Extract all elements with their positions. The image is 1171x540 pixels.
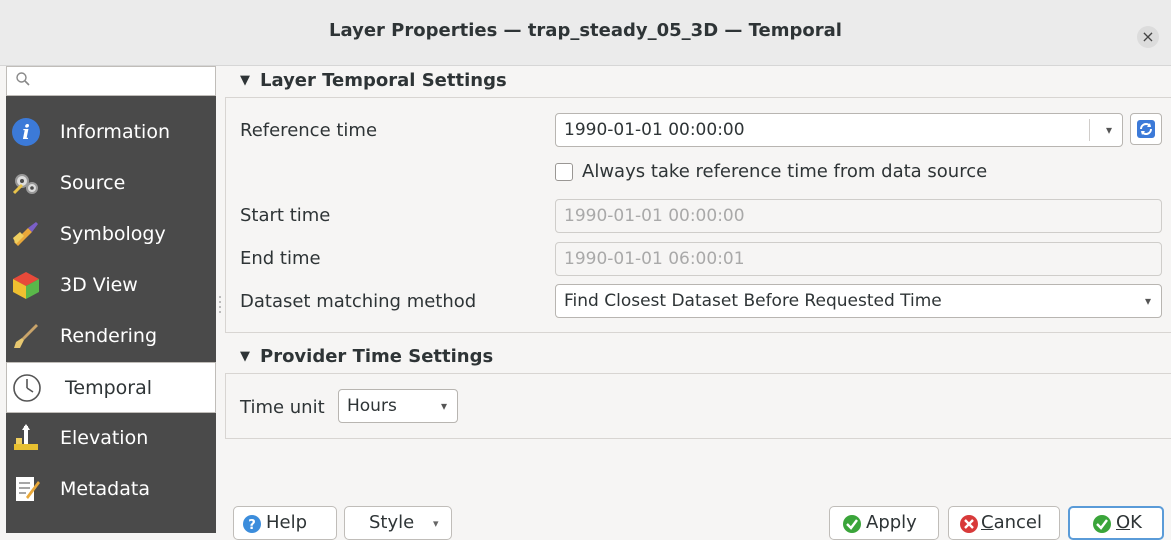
always-reference-label: Always take reference time from data sou… [582,161,988,182]
svg-text:?: ? [248,518,256,533]
chevron-down-icon: ▾ [433,517,439,530]
dataset-matching-combo[interactable]: Find Closest Dataset Before Requested Ti… [555,284,1162,318]
always-reference-checkbox[interactable] [555,163,573,181]
close-icon: × [1141,27,1155,46]
sidebar-item-label: Symbology [60,223,166,245]
chevron-down-icon: ▾ [1105,123,1112,137]
elevation-icon [14,424,38,450]
close-button[interactable]: × [1137,26,1159,48]
svg-text:i: i [22,120,30,144]
style-button[interactable]: Style ▾ [344,506,452,540]
reference-time-combo[interactable]: 1990-01-01 00:00:00 ▾ [555,113,1123,147]
window-title: Layer Properties — trap_steady_05_3D — T… [329,20,842,41]
chevron-down-icon: ▾ [440,399,447,413]
collapse-triangle-icon: ▼ [240,73,250,88]
help-icon: ? [243,515,261,533]
metadata-icon [16,477,40,501]
symbology-icon [13,222,38,246]
sidebar-item-3d-view[interactable]: 3D View [6,260,216,311]
sidebar-item-temporal[interactable]: Temporal [6,362,216,413]
help-button[interactable]: ? Help [233,506,337,540]
end-time-field: 1990-01-01 06:00:01 [555,242,1162,276]
start-time-field: 1990-01-01 00:00:00 [555,199,1162,233]
start-time-label: Start time [240,205,331,226]
search-icon [16,72,30,86]
sidebar-item-label: Information [60,121,170,143]
search-input[interactable] [6,66,216,96]
chevron-down-icon: ▾ [1144,294,1151,308]
reload-button[interactable] [1130,113,1162,145]
title-bar: Layer Properties — trap_steady_05_3D — T… [0,0,1171,66]
time-unit-label: Time unit [240,397,325,418]
sidebar-item-label: Source [60,172,126,194]
cancel-icon [960,515,978,533]
dataset-matching-label: Dataset matching method [240,291,477,312]
sidebar-item-elevation[interactable]: Elevation [6,413,216,464]
splitter-handle[interactable] [218,96,222,533]
end-time-label: End time [240,248,321,269]
rendering-icon [14,324,38,348]
sidebar-item-rendering[interactable]: Rendering [6,311,216,362]
sidebar-item-source[interactable]: Source [6,158,216,209]
reference-time-label: Reference time [240,120,378,141]
layer-properties-dialog: Layer Properties — trap_steady_05_3D — T… [0,0,1171,540]
sidebar-item-information[interactable]: i Information [6,107,216,158]
sidebar-item-label: Rendering [60,325,158,347]
sidebar-item-label: 3D View [60,274,138,296]
3d-view-icon [13,272,39,299]
sidebar-item-metadata[interactable]: Metadata [6,464,216,515]
sidebar-item-label: Elevation [60,427,149,449]
provider-time-header[interactable]: ▼ Provider Time Settings [240,346,493,370]
collapse-triangle-icon: ▼ [240,349,250,364]
sidebar-item-symbology[interactable]: Symbology [6,209,216,260]
information-icon: i [12,118,40,146]
ok-button[interactable]: OK [1068,506,1164,540]
layer-temporal-header[interactable]: ▼ Layer Temporal Settings [240,70,507,94]
sidebar: i Information Source Symbology 3D View R… [6,96,216,533]
ok-icon [1093,515,1111,533]
refresh-icon [1137,120,1155,138]
time-unit-combo[interactable]: Hours ▾ [338,389,458,423]
cancel-button[interactable]: Cancel [948,506,1060,540]
source-icon [12,174,38,195]
sidebar-item-label: Metadata [60,478,150,500]
clock-icon [13,374,41,402]
apply-icon [843,515,861,533]
apply-button[interactable]: Apply [829,506,939,540]
sidebar-item-label: Temporal [65,377,152,399]
